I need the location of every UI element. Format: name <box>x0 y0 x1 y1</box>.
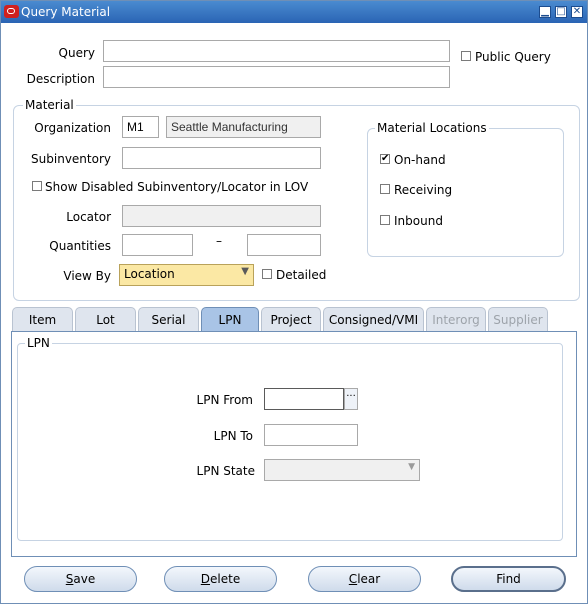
material-legend: Material <box>23 98 76 112</box>
quantity-from-input[interactable] <box>122 234 193 256</box>
subinventory-label: Subinventory <box>31 152 111 166</box>
clear-mnemonic: C <box>348 572 358 586</box>
quantities-label: Quantities <box>49 239 111 253</box>
tab-serial[interactable]: Serial <box>138 307 199 331</box>
view-by-value: Location <box>124 267 175 281</box>
view-by-select[interactable]: Location ▼ <box>119 264 254 286</box>
query-material-window: Query Material ▁ □ ✕ Query Public Query … <box>0 0 588 604</box>
tab-supplier: Supplier <box>488 307 548 331</box>
organization-name-field <box>166 116 321 138</box>
receiving-label: Receiving <box>394 183 453 197</box>
lpn-to-input[interactable] <box>264 424 358 446</box>
tab-interorg: Interorg <box>426 307 486 331</box>
clear-label: lear <box>357 572 381 586</box>
detailed-label: Detailed <box>276 268 327 282</box>
description-input[interactable] <box>103 66 450 88</box>
chevron-down-icon: ▼ <box>241 266 249 277</box>
oracle-icon <box>4 5 19 18</box>
save-label: ave <box>73 572 96 586</box>
organization-code-input[interactable] <box>122 116 159 138</box>
description-label: Description <box>26 72 95 86</box>
lov-ellipsis-button[interactable]: ··· <box>344 388 358 410</box>
query-label: Query <box>58 46 95 60</box>
locator-label: Locator <box>66 210 111 224</box>
minimize-icon[interactable]: ▁ <box>539 6 551 18</box>
clear-button[interactable]: Clear <box>308 566 421 592</box>
save-button[interactable]: Save <box>24 566 137 592</box>
quantity-range-dash: – <box>216 234 222 248</box>
lpn-state-select: ▼ <box>264 459 420 481</box>
lpn-from-label: LPN From <box>196 393 253 407</box>
tab-project[interactable]: Project <box>261 307 321 331</box>
maximize-icon[interactable]: □ <box>555 6 567 18</box>
inbound-checkbox[interactable] <box>380 215 390 225</box>
tab-item[interactable]: Item <box>12 307 73 331</box>
public-query-label: Public Query <box>475 50 551 64</box>
lpn-from-input[interactable] <box>264 388 344 410</box>
delete-mnemonic: D <box>200 572 211 586</box>
title-bar: Query Material ▁ □ ✕ <box>1 1 587 23</box>
organization-label: Organization <box>34 121 111 135</box>
tab-lpn[interactable]: LPN <box>201 307 259 331</box>
onhand-label: On-hand <box>394 153 446 167</box>
delete-label: elete <box>210 572 241 586</box>
tab-consigned-vmi[interactable]: Consigned/VMI <box>323 307 424 331</box>
inbound-label: Inbound <box>394 214 443 228</box>
public-query-checkbox[interactable] <box>461 51 471 61</box>
window-title: Query Material <box>21 5 111 19</box>
show-disabled-label: Show Disabled Subinventory/Locator in LO… <box>45 180 309 194</box>
receiving-checkbox[interactable] <box>380 184 390 194</box>
tab-lot[interactable]: Lot <box>75 307 136 331</box>
view-by-label: View By <box>63 269 111 283</box>
detailed-checkbox[interactable] <box>262 269 272 279</box>
lpn-legend: LPN <box>25 336 52 350</box>
query-input[interactable] <box>103 40 450 62</box>
quantity-to-input[interactable] <box>247 234 321 256</box>
lpn-state-label: LPN State <box>196 464 255 478</box>
find-button[interactable]: Find <box>451 566 566 592</box>
locator-field <box>122 205 321 227</box>
onhand-checkbox[interactable]: ✔ <box>380 154 390 164</box>
chevron-down-icon: ▼ <box>408 462 415 472</box>
subinventory-input[interactable] <box>122 147 321 169</box>
show-disabled-checkbox[interactable] <box>32 181 42 191</box>
close-icon[interactable]: ✕ <box>571 6 583 18</box>
material-locations-legend: Material Locations <box>375 121 489 135</box>
delete-button[interactable]: Delete <box>164 566 277 592</box>
lpn-to-label: LPN To <box>213 429 253 443</box>
